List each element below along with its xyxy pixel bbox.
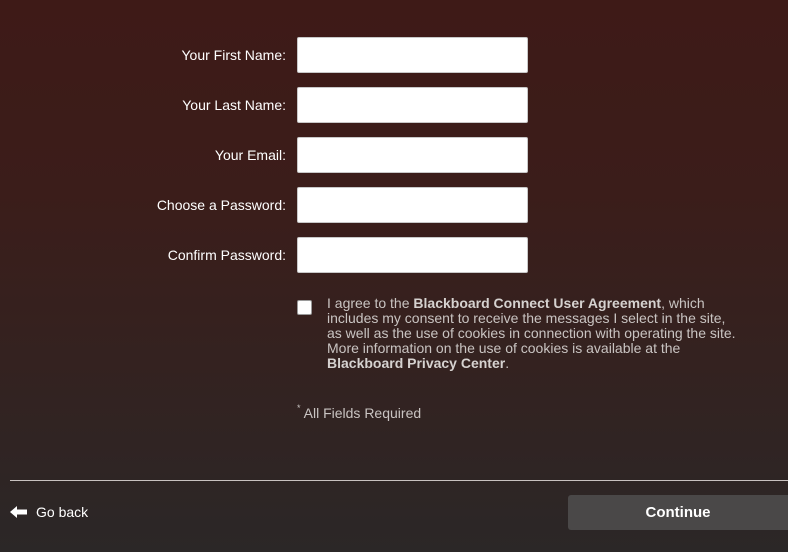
go-back-label: Go back	[36, 504, 89, 520]
agreement-checkbox[interactable]	[297, 300, 312, 315]
arrow-left-icon	[10, 506, 27, 518]
email-row: Your Email:	[0, 137, 540, 173]
agreement-text: I agree to the Blackboard Connect User A…	[327, 296, 737, 371]
last-name-label: Your Last Name:	[182, 97, 286, 113]
first-name-label: Your First Name:	[181, 47, 286, 63]
required-note: * All Fields Required	[297, 403, 422, 421]
required-star: *	[297, 403, 301, 413]
password-input[interactable]	[297, 187, 528, 223]
footer-divider	[10, 480, 788, 481]
agreement-text-end: .	[505, 355, 510, 371]
last-name-row: Your Last Name:	[0, 87, 540, 123]
first-name-row: Your First Name:	[0, 37, 540, 73]
password-row: Choose a Password:	[0, 187, 540, 223]
confirm-password-label: Confirm Password:	[167, 247, 286, 263]
continue-button[interactable]: Continue	[568, 495, 788, 530]
required-note-text: All Fields Required	[303, 405, 422, 421]
agreement-text-intro: I agree to the	[327, 295, 414, 311]
email-input[interactable]	[297, 137, 528, 173]
last-name-input[interactable]	[297, 87, 528, 123]
confirm-password-row: Confirm Password:	[0, 237, 540, 273]
privacy-center-link[interactable]: Blackboard Privacy Center	[327, 355, 505, 371]
email-label: Your Email:	[214, 147, 286, 163]
go-back-link[interactable]: Go back	[10, 502, 88, 522]
confirm-password-input[interactable]	[297, 237, 528, 273]
first-name-input[interactable]	[297, 37, 528, 73]
user-agreement-link[interactable]: Blackboard Connect User Agreement	[413, 295, 661, 311]
password-label: Choose a Password:	[156, 197, 286, 213]
